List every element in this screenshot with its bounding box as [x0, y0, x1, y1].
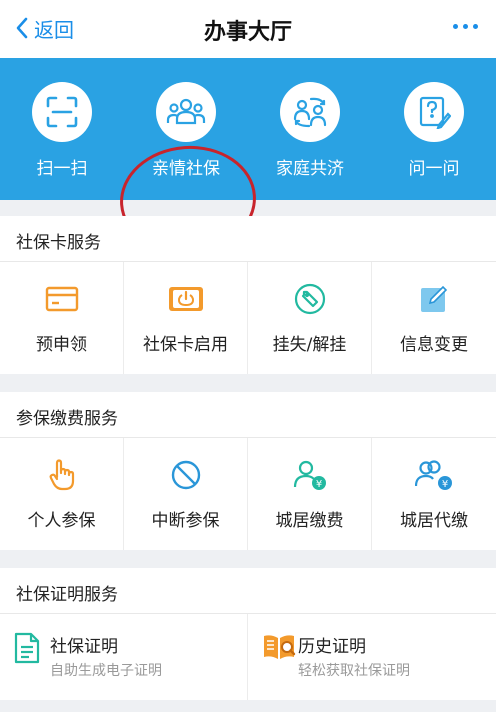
- tag-icon: [248, 282, 371, 316]
- page-title: 办事大厅: [203, 20, 292, 45]
- svg-text:¥: ¥: [442, 479, 448, 490]
- more-dot-icon: [463, 24, 468, 29]
- quick-action-scan[interactable]: 扫一扫: [0, 82, 124, 179]
- more-dot-icon: [453, 24, 458, 29]
- proof-item-insurance-certificate[interactable]: 社保证明 自助生成电子证明: [0, 614, 248, 700]
- service-item-info-change[interactable]: 信息变更: [372, 262, 496, 374]
- family-group-icon: [156, 82, 216, 142]
- service-item-pre-apply[interactable]: 预申领: [0, 262, 124, 374]
- book-search-icon: [262, 632, 296, 666]
- section-title: 社保卡服务: [16, 233, 101, 253]
- quick-action-family-share[interactable]: 家庭共济: [248, 82, 372, 179]
- service-item-label: 预申领: [36, 335, 87, 355]
- edit-icon: [372, 282, 496, 316]
- top-nav-bar: 返回 办事大厅: [0, 0, 496, 58]
- section-title: 参保缴费服务: [16, 409, 118, 429]
- card-service-grid: 预申领 社保卡启用 挂失/解挂 信息变更: [0, 262, 496, 374]
- card-power-icon: [124, 282, 247, 316]
- svg-text:¥: ¥: [315, 479, 321, 490]
- proof-item-title: 历史证明: [298, 637, 366, 657]
- service-item-label: 社保卡启用: [143, 335, 228, 355]
- service-item-personal-enroll[interactable]: 个人参保: [0, 438, 124, 550]
- proof-item-desc: 轻松获取社保证明: [298, 663, 410, 679]
- family-share-icon: [280, 82, 340, 142]
- user-yen-icon: ¥: [248, 458, 371, 492]
- service-item-label: 挂失/解挂: [272, 335, 347, 355]
- more-menu-button[interactable]: [453, 24, 478, 29]
- users-yen-icon: ¥: [372, 458, 496, 492]
- proof-service-list: 社保证明 自助生成电子证明 历史证明 轻松获取社保证明: [0, 614, 496, 700]
- quick-actions-banner: 扫一扫 亲情社保 家庭共济 问一问: [0, 58, 496, 259]
- section-header-card-service: 社保卡服务: [0, 216, 496, 262]
- quick-action-label: 扫一扫: [36, 159, 88, 179]
- pay-service-grid: 个人参保 中断参保 ¥ 城居缴费 ¥ 城居代缴: [0, 438, 496, 550]
- service-item-interrupt-enroll[interactable]: 中断参保: [124, 438, 248, 550]
- section-header-proof-service: 社保证明服务: [0, 568, 496, 614]
- service-item-label: 中断参保: [151, 511, 220, 531]
- service-item-label: 信息变更: [400, 335, 468, 355]
- question-icon: [404, 82, 464, 142]
- service-item-resident-proxy-pay[interactable]: ¥ 城居代缴: [372, 438, 496, 550]
- stop-icon: [124, 458, 247, 492]
- card-icon: [0, 282, 123, 316]
- quick-action-label: 家庭共济: [276, 159, 344, 179]
- service-item-label: 个人参保: [27, 511, 96, 531]
- hand-pointer-icon: [0, 458, 123, 492]
- service-item-label: 城居代缴: [400, 511, 468, 531]
- more-dot-icon: [473, 24, 478, 29]
- quick-action-ask[interactable]: 问一问: [372, 82, 496, 179]
- proof-item-title: 社保证明: [50, 637, 118, 657]
- document-icon: [14, 632, 40, 668]
- proof-item-history-certificate[interactable]: 历史证明 轻松获取社保证明: [248, 614, 496, 700]
- service-item-label: 城居缴费: [275, 511, 344, 531]
- service-item-resident-pay[interactable]: ¥ 城居缴费: [248, 438, 372, 550]
- service-item-card-activate[interactable]: 社保卡启用: [124, 262, 248, 374]
- quick-action-label: 问一问: [408, 159, 460, 179]
- scan-icon: [32, 82, 92, 142]
- section-header-pay-service: 参保缴费服务: [0, 392, 496, 438]
- service-item-report-loss[interactable]: 挂失/解挂: [248, 262, 372, 374]
- section-title: 社保证明服务: [16, 585, 118, 605]
- proof-item-desc: 自助生成电子证明: [50, 663, 162, 679]
